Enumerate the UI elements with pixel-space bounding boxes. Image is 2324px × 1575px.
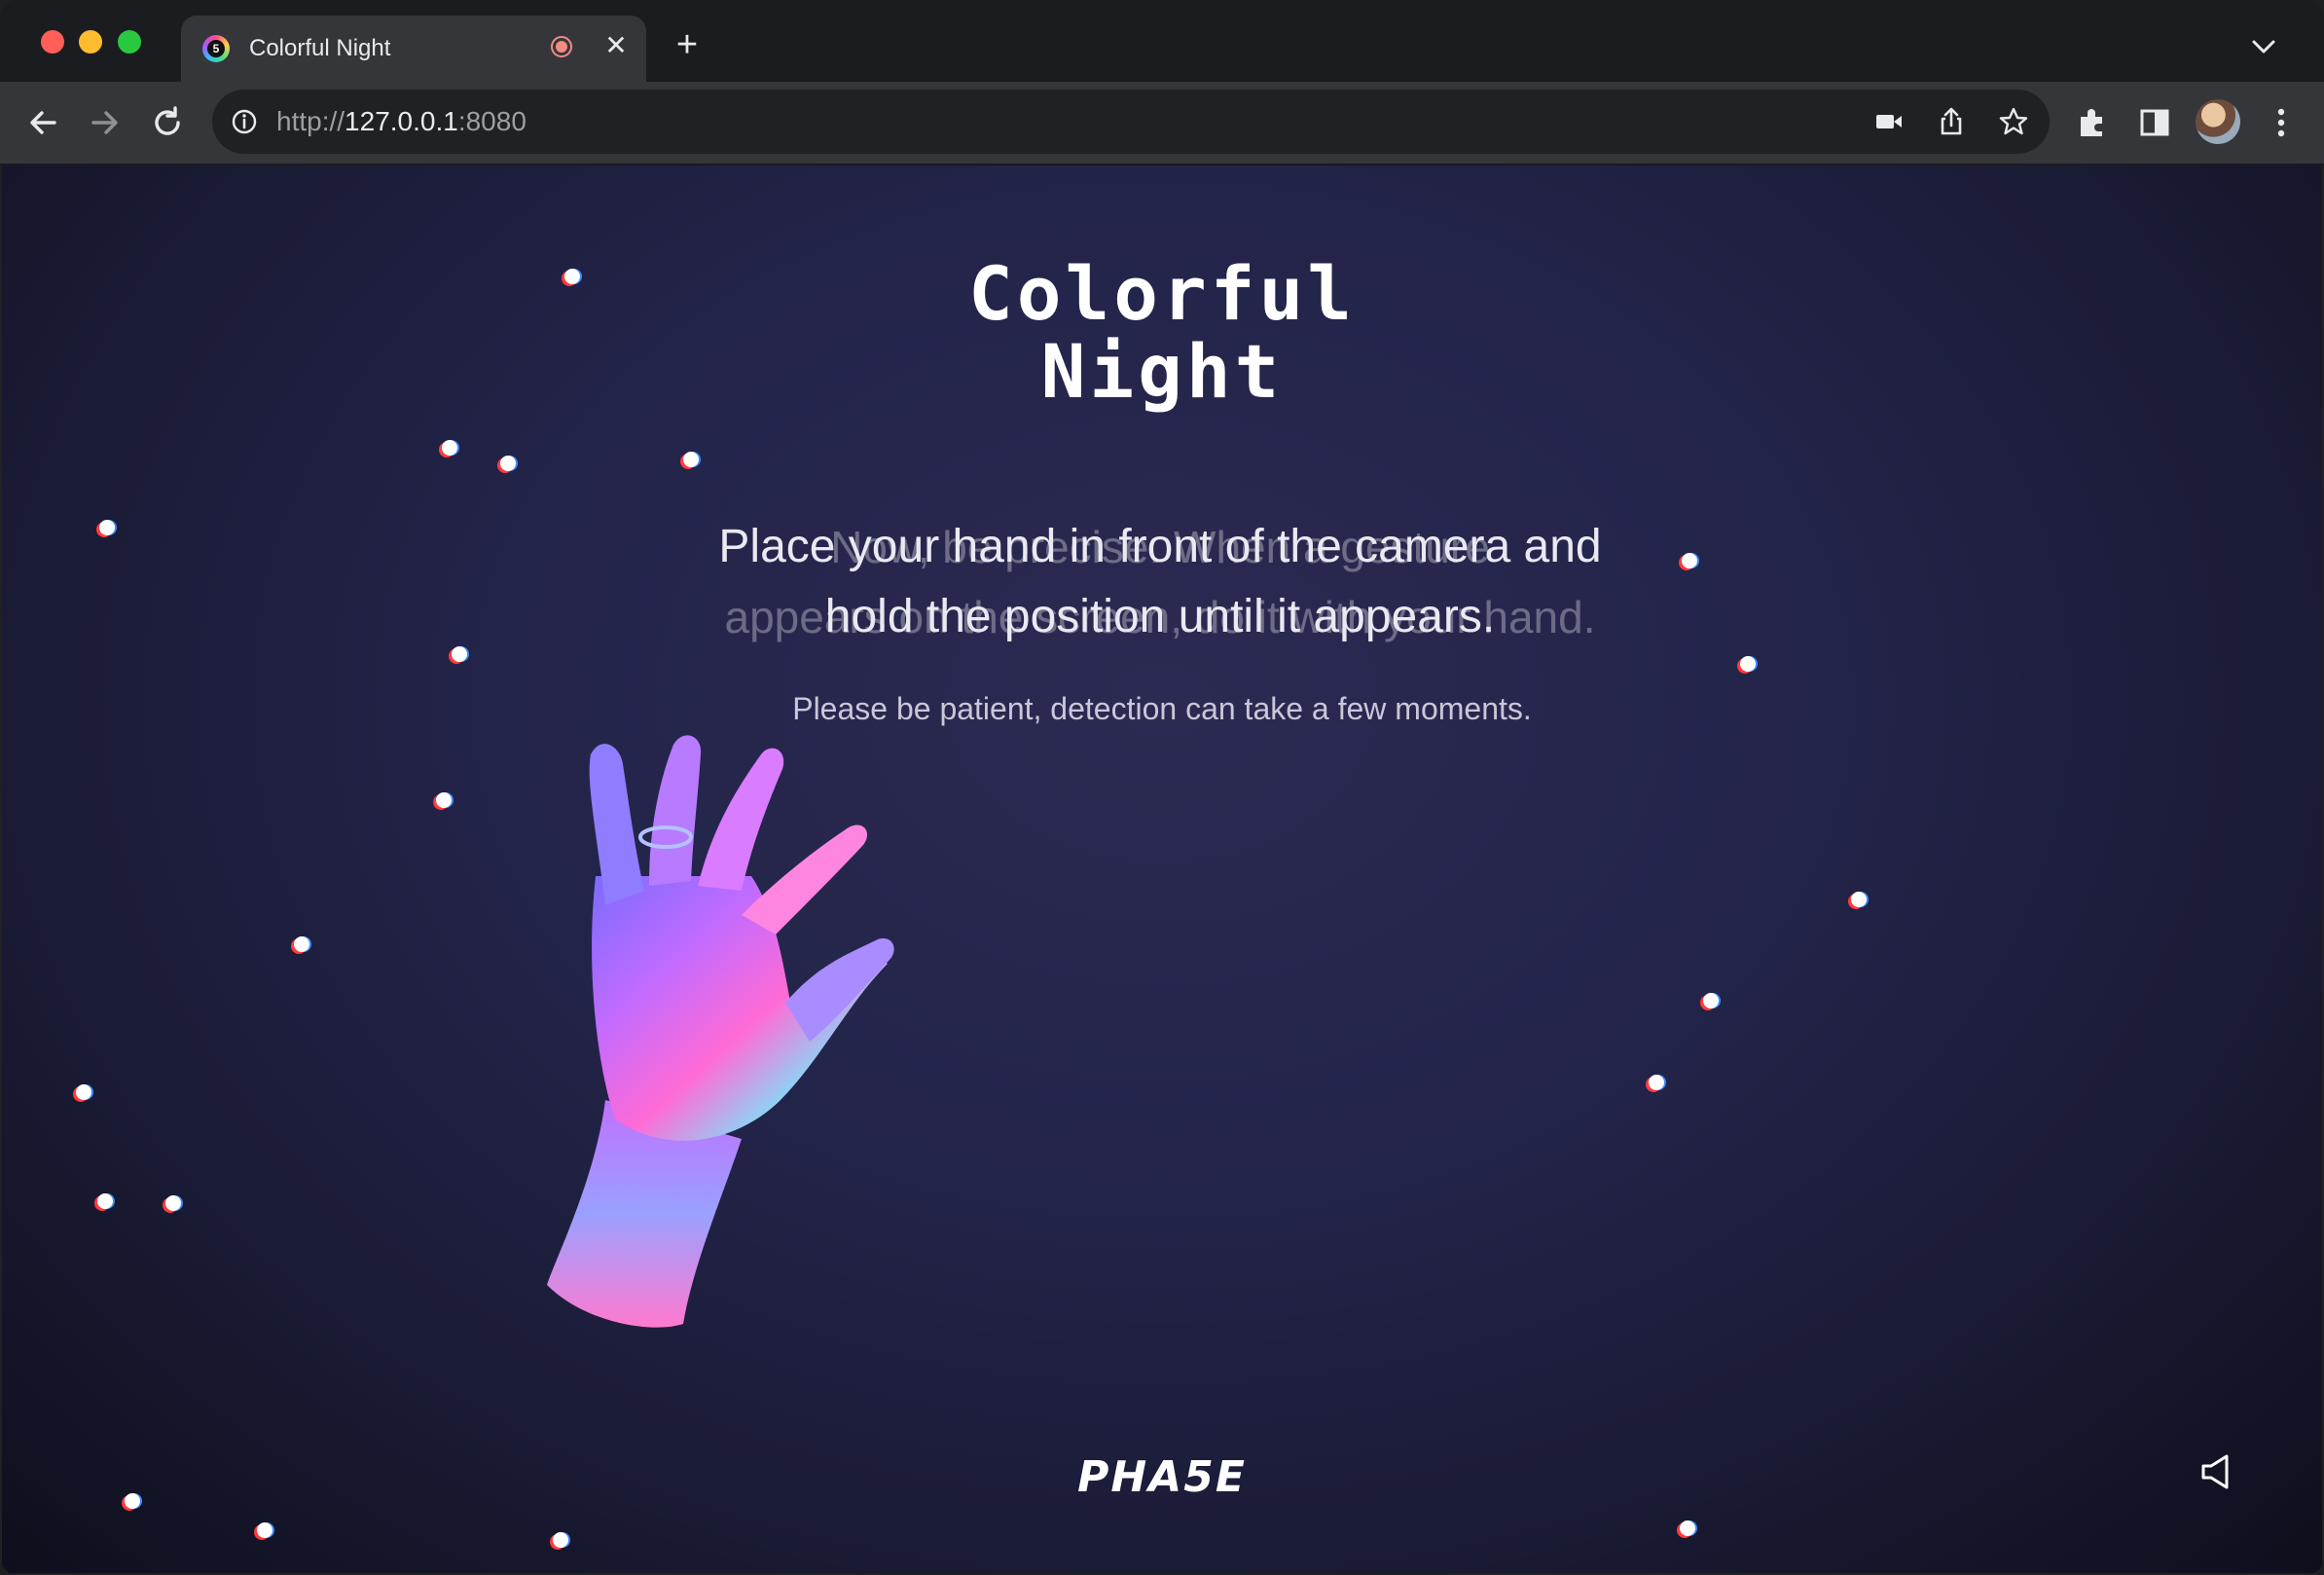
hand-illustration [547, 735, 894, 1328]
tab-title: Colorful Night [249, 35, 391, 61]
tab-colorful-night[interactable]: 5 Colorful Night ✕ [181, 16, 646, 82]
url-port: :8080 [457, 106, 527, 136]
camera-icon[interactable] [1872, 105, 1906, 138]
particle [436, 792, 452, 808]
close-window-button[interactable] [41, 30, 64, 54]
tab-close-icon[interactable]: ✕ [599, 29, 633, 62]
profile-avatar[interactable] [2196, 99, 2240, 144]
favicon-icon: 5 [202, 35, 230, 62]
particle [97, 1193, 113, 1209]
tab-strip: 5 Colorful Night ✕ + [0, 0, 2324, 82]
minimize-window-button[interactable] [79, 30, 102, 54]
particle [1649, 1075, 1664, 1090]
browser-window: 5 Colorful Night ✕ + http://127.0.0.1:80… [0, 0, 2324, 1575]
page-title: Colorful Night [2, 255, 2322, 411]
reload-icon[interactable] [146, 101, 189, 144]
particle [442, 440, 457, 456]
title-line-1: Colorful [967, 250, 1357, 337]
sound-icon[interactable] [2197, 1450, 2240, 1493]
maximize-window-button[interactable] [118, 30, 141, 54]
favicon-letter: 5 [207, 40, 225, 57]
instruction-text: Place your hand in front of the camera a… [576, 512, 1744, 652]
instruction-line-1: Place your hand in front of the camera a… [718, 521, 1602, 572]
share-icon[interactable] [1935, 105, 1968, 138]
url-host: 127.0.0.1 [345, 106, 458, 136]
page-viewport: Colorful Night Now, be precise. When a g… [2, 165, 2322, 1573]
particle [76, 1084, 91, 1100]
url-text: http://127.0.0.1:8080 [276, 106, 527, 137]
browser-toolbar: http://127.0.0.1:8080 [0, 82, 2324, 165]
instruction-line-2: hold the position until it appears. [824, 591, 1496, 642]
particle [294, 936, 309, 952]
particle [553, 1532, 568, 1548]
particle [683, 452, 699, 467]
patience-message: Please be patient, detection can take a … [792, 691, 1532, 726]
info-icon[interactable] [230, 107, 259, 136]
particle [1740, 656, 1756, 672]
back-arrow-icon[interactable] [21, 101, 64, 144]
url-scheme: http:// [276, 106, 345, 136]
particle [1851, 892, 1867, 907]
particle [1680, 1520, 1695, 1536]
particle [257, 1522, 272, 1538]
particle [165, 1195, 181, 1211]
forward-arrow-icon[interactable] [84, 101, 127, 144]
address-bar[interactable]: http://127.0.0.1:8080 [212, 90, 2050, 154]
title-line-2: Night [1040, 328, 1284, 415]
particle [99, 520, 115, 535]
particle [500, 456, 516, 471]
recording-indicator-icon [551, 36, 572, 57]
particle [452, 646, 467, 662]
particle [1703, 993, 1719, 1008]
tab-search-chevron-icon[interactable] [2246, 29, 2281, 64]
new-tab-button[interactable]: + [668, 25, 707, 64]
extensions-icon[interactable] [2071, 101, 2114, 144]
phase-logo[interactable]: PHA5E [2, 1452, 2322, 1502]
menu-icon[interactable] [2260, 101, 2303, 144]
side-panel-icon[interactable] [2133, 101, 2176, 144]
star-icon[interactable] [1997, 105, 2030, 138]
